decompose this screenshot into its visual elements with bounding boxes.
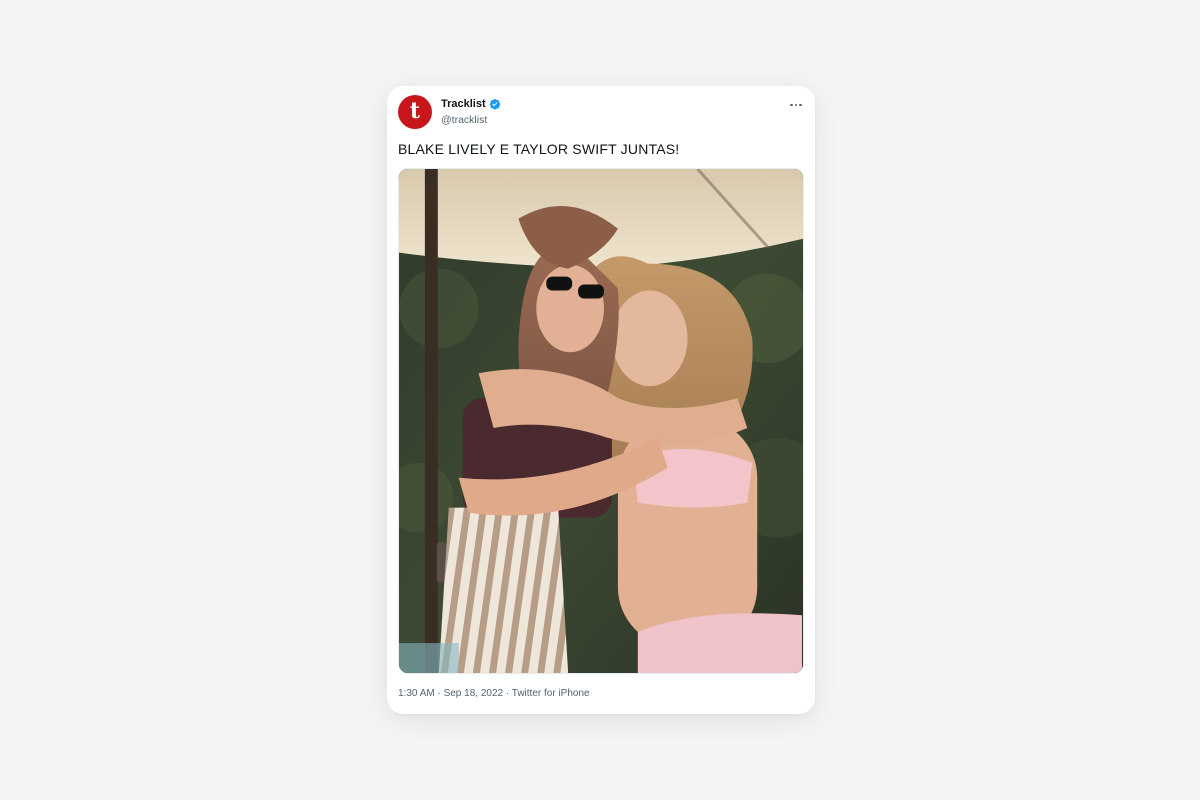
- author-handle[interactable]: @tracklist: [441, 114, 487, 126]
- more-options-icon[interactable]: [787, 99, 805, 111]
- tweet-header: t Tracklist @tracklist: [398, 95, 805, 131]
- author-display-name[interactable]: Tracklist: [441, 98, 486, 110]
- tweet-photo[interactable]: [398, 168, 804, 674]
- author-name-row: Tracklist: [441, 98, 501, 110]
- verified-badge-icon: [489, 99, 500, 110]
- avatar[interactable]: t: [398, 95, 432, 129]
- avatar-letter: t: [409, 98, 421, 124]
- tweet-meta[interactable]: 1:30 AM · Sep 18, 2022 · Twitter for iPh…: [398, 688, 590, 699]
- photo-icon: [399, 169, 803, 673]
- tweet-card: t Tracklist @tracklist BLAKE LIVELY E TA…: [387, 86, 815, 714]
- tweet-text: BLAKE LIVELY E TAYLOR SWIFT JUNTAS!: [398, 141, 680, 157]
